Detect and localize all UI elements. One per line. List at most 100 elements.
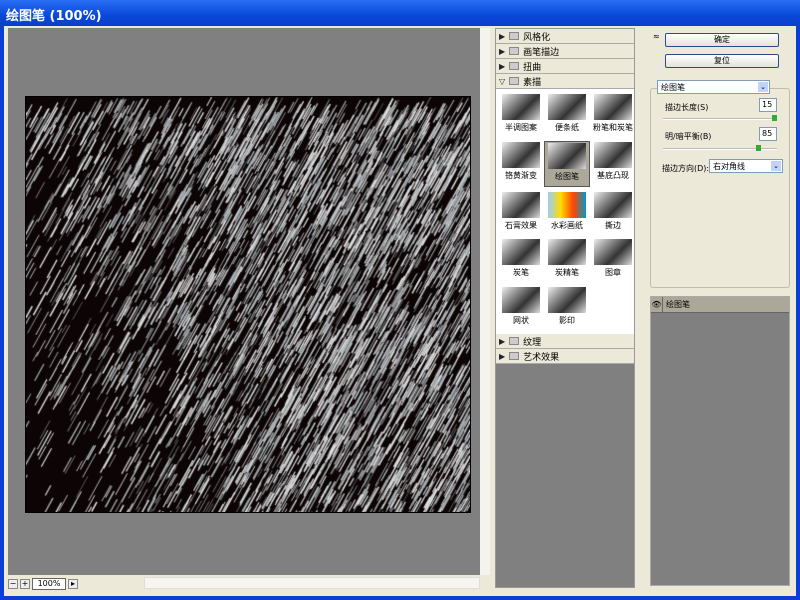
filter-thumbnail[interactable]: 图章 — [590, 238, 636, 282]
filter-label: 基底凸现 — [597, 170, 629, 180]
filter-label: 网状 — [513, 316, 529, 326]
filter-thumbnail[interactable]: 撕边 — [590, 191, 636, 235]
preview-vertical-scrollbar[interactable] — [480, 28, 490, 575]
triangle-right-icon: ▶ — [499, 31, 506, 41]
filter-label: 水彩画纸 — [551, 220, 583, 230]
filter-category[interactable]: ▶ 纹理 — [496, 334, 634, 349]
filter-label: 撕边 — [605, 220, 621, 230]
filter-category[interactable]: ▶ 扭曲 — [496, 59, 634, 74]
settings-panel: ≈ 确定 复位 绘图笔 ⌄ 描边长度(S) 15 明/暗平衡(B) 85 描边方向… — [645, 28, 795, 588]
chevron-down-icon: ⌄ — [771, 161, 781, 171]
filter-label: 绘图笔 — [555, 171, 579, 181]
filter-label: 粉笔和炭笔 — [593, 123, 633, 132]
filter-thumbnail[interactable]: 网状 — [498, 286, 544, 330]
filter-label: 半调图案 — [505, 123, 537, 132]
folder-icon — [509, 337, 520, 345]
filter-category-label: 素描 — [523, 77, 542, 88]
filter-preview-image — [548, 142, 586, 169]
preview-area[interactable] — [8, 28, 480, 575]
effect-layer[interactable]: 👁 绘图笔 — [651, 296, 789, 313]
filter-thumbnail[interactable]: 半调图案 — [498, 93, 544, 137]
filter-preview-image — [502, 239, 540, 266]
zoom-out-button[interactable]: − — [8, 579, 18, 589]
filter-label: 炭笔 — [513, 268, 529, 278]
filter-preview-image — [594, 191, 632, 218]
filter-preview-image — [548, 239, 586, 266]
window-title: 绘图笔 (100%) — [0, 0, 800, 26]
filter-category[interactable]: ▶ 画笔描边 — [496, 44, 634, 59]
preview-image — [25, 96, 471, 513]
effect-layers-panel: 👁 绘图笔 — [650, 296, 790, 586]
stroke-length-input[interactable]: 15 — [759, 98, 777, 112]
filter-thumbnail[interactable]: 炭笔 — [498, 238, 544, 282]
direction-select[interactable]: 右对角线 ⌄ — [709, 159, 783, 173]
filter-preview-image — [548, 191, 586, 218]
zoom-in-button[interactable]: + — [20, 579, 30, 589]
zoom-level-field[interactable]: 100% — [32, 578, 66, 590]
filter-thumbnail[interactable]: 石膏效果 — [498, 191, 544, 235]
filter-label: 图章 — [605, 268, 621, 278]
chevron-down-icon: ⌄ — [758, 82, 768, 92]
filter-category-label: 纹理 — [523, 337, 542, 348]
filter-label: 石膏效果 — [505, 220, 537, 230]
folder-icon — [509, 32, 520, 40]
filter-select[interactable]: 绘图笔 ⌄ — [657, 80, 770, 94]
folder-icon — [509, 47, 520, 55]
collapse-icon[interactable]: ≈ — [653, 32, 660, 41]
zoom-menu-button[interactable]: ▸ — [68, 579, 78, 589]
direction-select-value: 右对角线 — [713, 162, 745, 171]
filter-preview-image — [594, 141, 632, 168]
filter-thumbnail[interactable]: 影印 — [544, 286, 590, 330]
filter-thumbnail[interactable]: 基底凸现 — [590, 141, 636, 187]
filter-category[interactable]: ▶ 艺术效果 — [496, 349, 634, 364]
filter-thumbnail[interactable]: 炭精笔 — [544, 238, 590, 282]
filter-gallery-dialog: − + 100% ▸ ▶ 风格化 ▶ 画笔描边 ▶ 扭曲 ▽ 素描 半调图案 便条纸 粉笔和炭笔铬… — [4, 26, 796, 596]
filter-label: 影印 — [559, 316, 575, 326]
filter-preview-image — [502, 287, 540, 314]
triangle-right-icon: ▶ — [499, 46, 506, 56]
filter-thumbnail[interactable]: 铬黄渐变 — [498, 141, 544, 187]
filter-preview-image — [594, 239, 632, 266]
filter-thumbnail[interactable]: 粉笔和炭笔 — [590, 93, 636, 137]
filter-thumbnail[interactable]: 水彩画纸 — [544, 191, 590, 235]
filter-preview-image — [548, 287, 586, 314]
ok-button[interactable]: 确定 — [665, 33, 779, 47]
reset-button[interactable]: 复位 — [665, 54, 779, 68]
balance-slider[interactable] — [663, 145, 777, 151]
filter-thumbnail[interactable]: 绘图笔 — [544, 140, 590, 187]
stroke-length-label: 描边长度(S) — [665, 103, 709, 112]
filter-category[interactable]: ▶ 风格化 — [496, 29, 634, 44]
folder-icon — [509, 352, 520, 360]
slider-handle[interactable] — [772, 115, 777, 121]
filter-preview-image — [502, 191, 540, 218]
triangle-right-icon: ▶ — [499, 336, 506, 346]
filter-label: 炭精笔 — [555, 268, 579, 278]
filter-select-value: 绘图笔 — [661, 83, 685, 92]
filter-preview-image — [502, 94, 540, 120]
stroke-length-slider[interactable] — [663, 115, 777, 121]
balance-input[interactable]: 85 — [759, 127, 777, 141]
eye-icon[interactable]: 👁 — [651, 296, 663, 313]
triangle-right-icon: ▶ — [499, 61, 506, 71]
filter-label: 便条纸 — [555, 123, 579, 132]
effect-layer-label: 绘图笔 — [666, 300, 690, 309]
preview-horizontal-scrollbar[interactable] — [144, 577, 480, 589]
direction-label: 描边方向(D): — [662, 164, 710, 173]
filter-preview-image — [502, 141, 540, 168]
filter-category-label: 扭曲 — [523, 62, 542, 73]
balance-label: 明/暗平衡(B) — [665, 132, 712, 141]
folder-icon — [509, 77, 520, 85]
filter-thumbnail[interactable]: 便条纸 — [544, 93, 590, 137]
slider-handle[interactable] — [755, 145, 761, 151]
filter-category-label: 风格化 — [523, 32, 551, 43]
filter-category[interactable]: ▽ 素描 — [496, 74, 634, 89]
filter-list: ▶ 风格化 ▶ 画笔描边 ▶ 扭曲 ▽ 素描 半调图案 便条纸 粉笔和炭笔铬黄渐变 绘图笔 基底凸现石… — [495, 28, 635, 588]
folder-icon — [509, 62, 520, 70]
filter-category-label: 画笔描边 — [523, 47, 560, 58]
triangle-down-icon: ▽ — [499, 76, 506, 86]
triangle-right-icon: ▶ — [499, 351, 506, 361]
filter-category-label: 艺术效果 — [523, 352, 560, 363]
filter-preview-image — [594, 94, 632, 120]
filter-label: 铬黄渐变 — [505, 170, 537, 180]
filter-preview-image — [548, 94, 586, 120]
